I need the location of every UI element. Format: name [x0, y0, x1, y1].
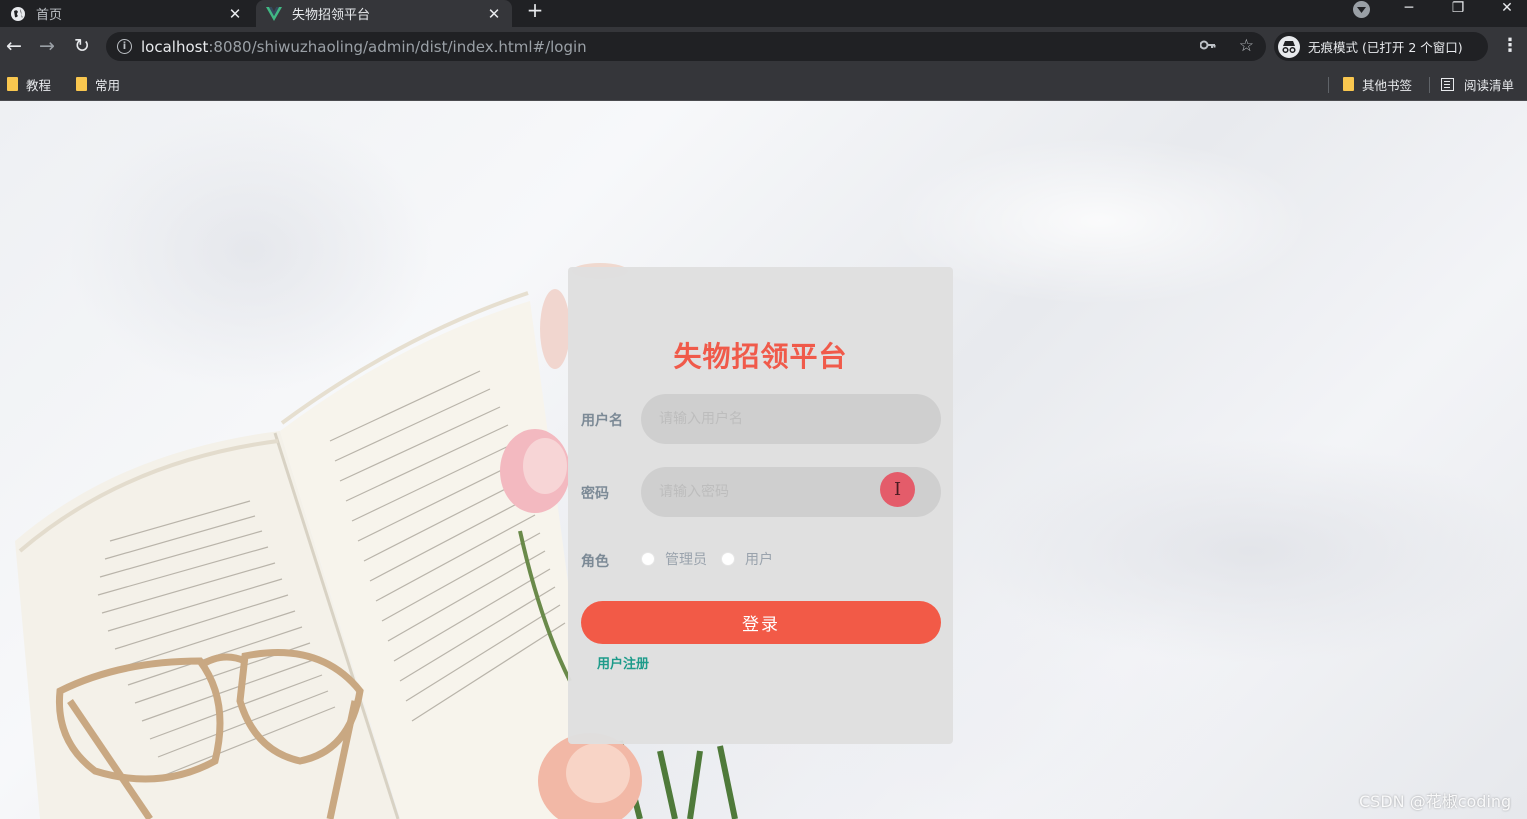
browser-toolbar: ← → ↻ i localhost:8080/shiwuzhaoling/adm… — [0, 27, 1527, 67]
incognito-icon — [1278, 35, 1300, 58]
bookmark-star-icon[interactable]: ☆ — [1239, 36, 1254, 56]
incognito-indicator[interactable]: 无痕模式 (已打开 2 个窗口) — [1274, 32, 1488, 61]
role-radio-group: 管理员 用户 — [641, 549, 787, 569]
tab-search-icon[interactable] — [1353, 1, 1370, 18]
reading-list-button[interactable]: 阅读清单 — [1441, 73, 1514, 95]
tab-title: 首页 — [36, 8, 63, 23]
bookmarks-bar: 教程 常用 其他书签 阅读清单 — [0, 67, 1527, 101]
text-cursor-icon: I — [880, 472, 915, 507]
url-host: localhost — [141, 37, 209, 56]
watermark: CSDN @花椒coding — [1359, 792, 1512, 811]
bookmark-folder-other[interactable]: 其他书签 — [1343, 73, 1412, 95]
restore-icon[interactable]: ❐ — [1447, 0, 1469, 18]
page-viewport: 失物招领平台 用户名 密码 角色 管理员 用户 登录 用户注册 I CSDN @… — [0, 101, 1527, 819]
address-bar[interactable]: i localhost:8080/shiwuzhaoling/admin/dis… — [106, 32, 1266, 61]
bookmark-folder-common[interactable]: 常用 — [76, 73, 120, 95]
role-user-label[interactable]: 用户 — [745, 549, 773, 569]
minimize-icon[interactable]: ─ — [1398, 0, 1420, 18]
bookmark-label: 阅读清单 — [1464, 77, 1515, 93]
tab-title: 失物招领平台 — [292, 8, 371, 23]
vue-logo-icon — [266, 6, 282, 22]
role-admin-radio[interactable] — [641, 552, 655, 566]
bookmark-separator — [1328, 77, 1329, 93]
bookmark-folder-tutorial[interactable]: 教程 — [7, 73, 51, 95]
close-icon[interactable]: ✕ — [227, 6, 243, 22]
folder-icon — [7, 77, 18, 91]
role-admin-label[interactable]: 管理员 — [665, 549, 707, 569]
username-input[interactable] — [641, 394, 941, 444]
bookmark-label: 常用 — [95, 77, 121, 93]
role-user-radio[interactable] — [721, 552, 735, 566]
tab-home[interactable]: 首页 ✕ — [0, 0, 253, 27]
reading-list-icon — [1441, 77, 1454, 91]
folder-icon — [1343, 77, 1354, 91]
page-title: 失物招领平台 — [673, 340, 848, 373]
tab-lost-found[interactable]: 失物招领平台 ✕ — [256, 0, 512, 27]
incognito-label: 无痕模式 (已打开 2 个窗口) — [1308, 40, 1463, 55]
bookmark-label: 其他书签 — [1362, 77, 1413, 93]
site-info-icon[interactable]: i — [117, 39, 132, 54]
more-menu-icon[interactable]: ⋮ — [1500, 35, 1520, 59]
back-arrow-icon[interactable]: ← — [2, 35, 26, 59]
role-label: 角色 — [581, 554, 609, 570]
bookmark-label: 教程 — [26, 77, 52, 93]
globe-icon — [10, 6, 26, 22]
register-link[interactable]: 用户注册 — [597, 653, 649, 672]
reload-icon[interactable]: ↻ — [70, 35, 94, 59]
folder-icon — [76, 77, 87, 91]
new-tab-button[interactable]: + — [524, 0, 546, 22]
forward-arrow-icon[interactable]: → — [35, 35, 59, 59]
username-label: 用户名 — [581, 413, 623, 429]
window-close-icon[interactable]: ✕ — [1496, 0, 1518, 18]
tab-strip: 首页 ✕ 失物招领平台 ✕ + ─ ❐ ✕ — [0, 0, 1527, 27]
bookmark-separator — [1429, 77, 1430, 93]
close-icon[interactable]: ✕ — [486, 6, 502, 22]
url-path: :8080/shiwuzhaoling/admin/dist/index.htm… — [208, 37, 587, 56]
login-button[interactable]: 登录 — [581, 601, 941, 644]
password-label: 密码 — [581, 486, 609, 502]
key-icon[interactable] — [1199, 39, 1216, 54]
